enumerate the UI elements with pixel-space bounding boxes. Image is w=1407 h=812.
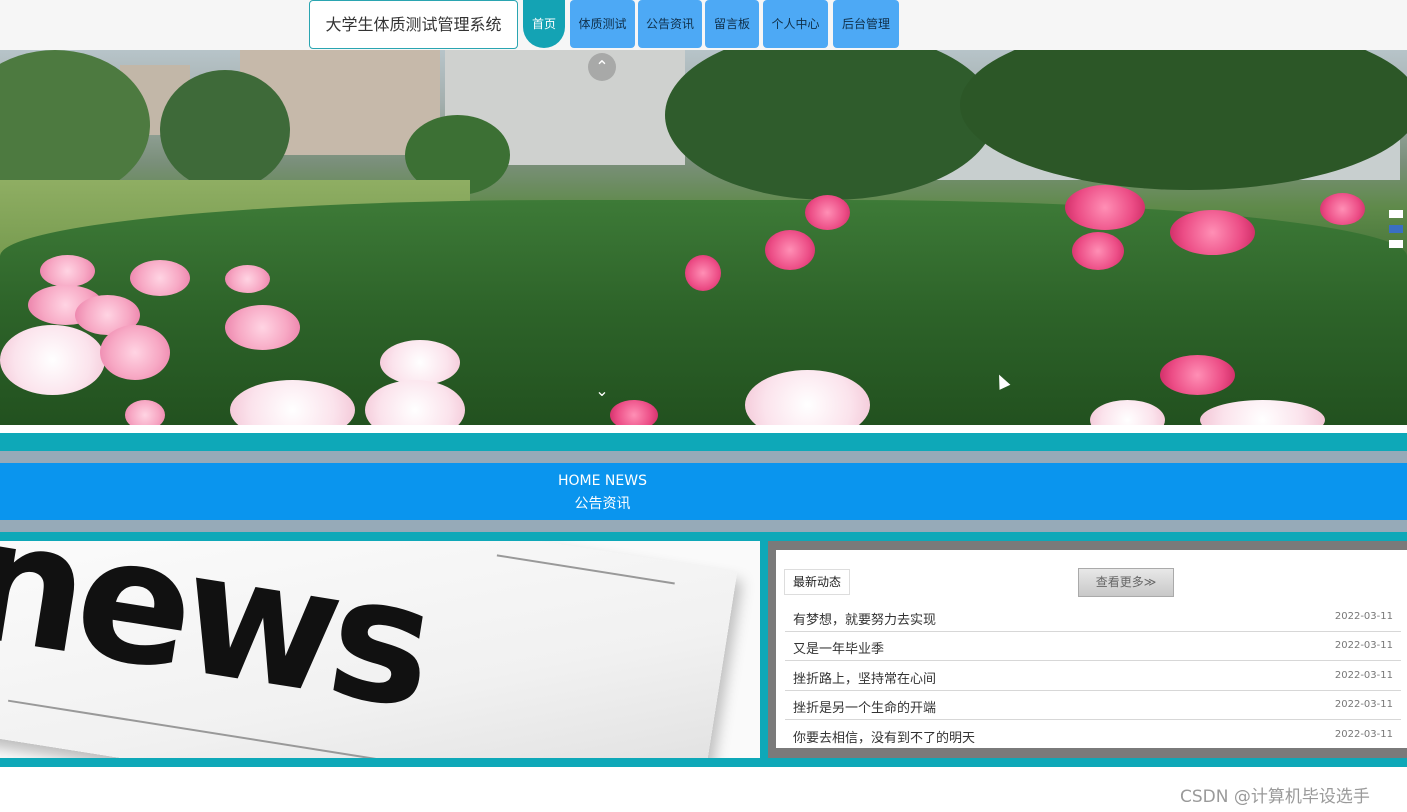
- newspaper-illustration: news: [0, 541, 738, 758]
- news-title[interactable]: 你要去相信，没有到不了的明天: [793, 727, 975, 746]
- news-date: 2022-03-11: [1334, 699, 1393, 710]
- banner-flower: [1160, 355, 1235, 395]
- news-date: 2022-03-11: [1334, 640, 1393, 651]
- banner-flower: [225, 305, 300, 350]
- carousel-prev-button[interactable]: ⌃: [588, 53, 616, 81]
- section-title-cn: 公告资讯: [574, 496, 631, 512]
- chevron-up-icon: ⌃: [595, 57, 609, 76]
- nav-announcements[interactable]: 公告资讯: [638, 0, 702, 48]
- nav-fitness-test[interactable]: 体质测试: [570, 0, 635, 48]
- news-title[interactable]: 有梦想，就要努力去实现: [793, 609, 936, 628]
- carousel-next-button[interactable]: ⌄: [588, 377, 616, 405]
- nav-admin[interactable]: 后台管理: [833, 0, 899, 48]
- news-list-item[interactable]: 挫折是另一个生命的开端 2022-03-11: [785, 691, 1401, 720]
- section-divider-grey: [0, 451, 1407, 463]
- chevron-down-icon: ⌄: [595, 381, 609, 400]
- news-list-item[interactable]: 又是一年毕业季 2022-03-11: [785, 632, 1401, 661]
- banner-flower: [0, 325, 105, 395]
- banner-flower: [765, 230, 815, 270]
- news-title[interactable]: 挫折路上，坚持常在心间: [793, 668, 936, 687]
- news-title[interactable]: 又是一年毕业季: [793, 638, 884, 657]
- view-more-button[interactable]: 查看更多≫: [1078, 568, 1174, 597]
- carousel-dot-2[interactable]: [1389, 225, 1403, 233]
- section-header: HOME NEWS 公告资讯: [0, 463, 1407, 520]
- news-image[interactable]: news: [0, 541, 760, 758]
- banner-flower: [1170, 210, 1255, 255]
- news-section-bottom-border: [0, 758, 1407, 767]
- site-title[interactable]: 大学生体质测试管理系统: [309, 0, 518, 49]
- news-title[interactable]: 挫折是另一个生命的开端: [793, 697, 936, 716]
- banner-flower: [130, 260, 190, 296]
- banner-carousel[interactable]: ⌃ ⌄: [0, 50, 1407, 425]
- banner-flower: [100, 325, 170, 380]
- newspaper-rule: [496, 554, 675, 585]
- banner-flower: [225, 265, 270, 293]
- section-title-en: HOME NEWS: [558, 473, 647, 489]
- banner-flower: [805, 195, 850, 230]
- banner-flower: [40, 255, 95, 287]
- nav-home[interactable]: 首页: [523, 0, 565, 48]
- watermark: CSDN @计算机毕设选手: [1180, 787, 1370, 807]
- news-list-item[interactable]: 你要去相信，没有到不了的明天 2022-03-11: [785, 721, 1401, 749]
- banner-flower: [610, 400, 658, 425]
- banner-flower: [380, 340, 460, 385]
- banner-flower: [1065, 185, 1145, 230]
- section-divider-bottom: [0, 520, 1407, 532]
- banner-flower: [125, 400, 165, 425]
- news-list-item[interactable]: 挫折路上，坚持常在心间 2022-03-11: [785, 662, 1401, 691]
- banner-tree: [160, 70, 290, 190]
- carousel-dot-1[interactable]: [1389, 210, 1403, 218]
- banner-flower: [685, 255, 721, 291]
- latest-news-tab[interactable]: 最新动态: [784, 569, 850, 595]
- newspaper-headline: news: [0, 541, 440, 747]
- nav-message-board[interactable]: 留言板: [705, 0, 759, 48]
- news-date: 2022-03-11: [1334, 729, 1393, 740]
- section-divider-top: [0, 433, 1407, 451]
- news-date: 2022-03-11: [1334, 611, 1393, 622]
- nav-personal-center[interactable]: 个人中心: [763, 0, 828, 48]
- news-list-item[interactable]: 有梦想，就要努力去实现 2022-03-11: [785, 603, 1401, 632]
- banner-flower: [1320, 193, 1365, 225]
- carousel-dot-3[interactable]: [1389, 240, 1403, 248]
- top-navbar: 大学生体质测试管理系统 首页 体质测试 公告资讯 留言板 个人中心 后台管理: [0, 0, 1407, 51]
- news-date: 2022-03-11: [1334, 670, 1393, 681]
- banner-flower: [1072, 232, 1124, 270]
